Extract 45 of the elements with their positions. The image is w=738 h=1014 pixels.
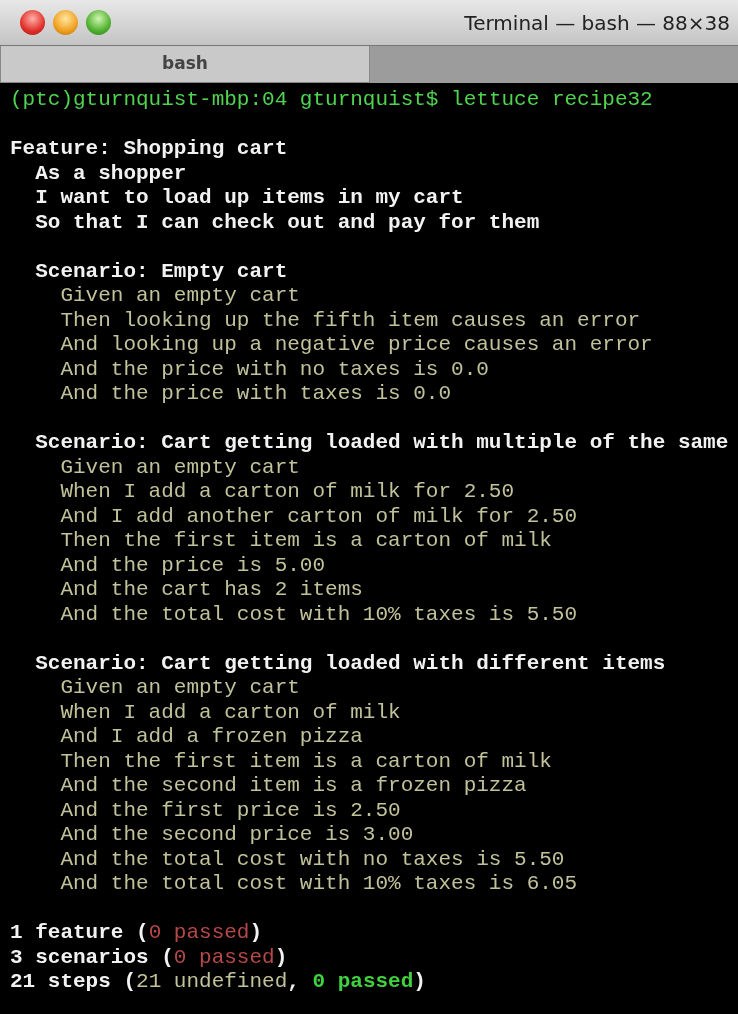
summary-text: 1 feature (	[10, 921, 149, 944]
step-line: Given an empty cart	[60, 676, 300, 699]
scenario-title: Scenario: Cart getting loaded with multiple of the same	[35, 431, 729, 454]
feature-description: As a shopper	[35, 161, 187, 185]
step-line: And the total cost with 10% taxes is 5.50	[60, 602, 578, 626]
step-line: And the price is 5.00	[60, 553, 326, 577]
step-line: And the cart has 2 items	[60, 578, 363, 601]
scenario-title: Scenario: Empty cart	[35, 259, 288, 283]
close-button[interactable]	[20, 10, 45, 35]
minimize-button[interactable]	[53, 10, 78, 35]
step-line: Then looking up the fifth item causes an error	[60, 308, 641, 332]
summary-text: )	[249, 921, 263, 944]
step-line: And the price with taxes is 0.0	[60, 382, 452, 405]
summary-text: 3 scenarios (	[10, 945, 174, 969]
scenario-title: Scenario: Cart getting loaded with different items	[35, 651, 666, 675]
step-line: And the price with no taxes is 0.0	[60, 357, 489, 381]
window-title: Terminal — bash — 88×38	[464, 9, 731, 37]
step-line: And the first price is 2.50	[60, 798, 401, 822]
feature-description: I want to load up items in my cart	[35, 186, 464, 209]
step-line: And the total cost with 10% taxes is 6.05	[60, 872, 578, 895]
step-line: And looking up a negative price causes an error	[60, 333, 653, 356]
feature-description: So that I can check out and pay for them	[35, 210, 540, 234]
tab[interactable]: bash	[0, 46, 370, 83]
step-line: Then the first item is a carton of milk	[60, 529, 552, 552]
summary-text: )	[413, 970, 426, 993]
step-line: And I add another carton of milk for 2.50	[60, 504, 578, 528]
passed-count: 0 passed	[173, 945, 275, 969]
step-line: Given an empty cart	[60, 455, 300, 479]
step-line: And the second item is a frozen pizza	[60, 774, 527, 797]
summary-text: )	[274, 945, 288, 969]
zoom-button[interactable]	[86, 10, 111, 35]
command-line: (ptc)gturnquist-mbp:04 gturnquist$ lettuce recipe32	[10, 88, 653, 111]
step-line: Given an empty cart	[60, 284, 300, 307]
summary-text: ,	[287, 970, 301, 993]
step-line: And the total cost with no taxes is 5.50	[60, 847, 565, 871]
step-line: When I add a carton of milk for 2.50	[60, 480, 515, 503]
passed-count: 0 passed	[312, 970, 414, 993]
summary-text: 21 steps (	[10, 970, 137, 993]
passed-count: 0 passed	[148, 921, 250, 944]
undefined-count: 21 undefined	[136, 970, 288, 993]
step-line: Then the first item is a carton of milk	[60, 749, 552, 773]
step-line: And I add a frozen pizza	[60, 725, 363, 748]
step-line: And the second price is 3.00	[60, 823, 414, 846]
step-line: When I add a carton of milk	[60, 700, 401, 724]
feature-title: Feature: Shopping cart	[10, 137, 288, 160]
